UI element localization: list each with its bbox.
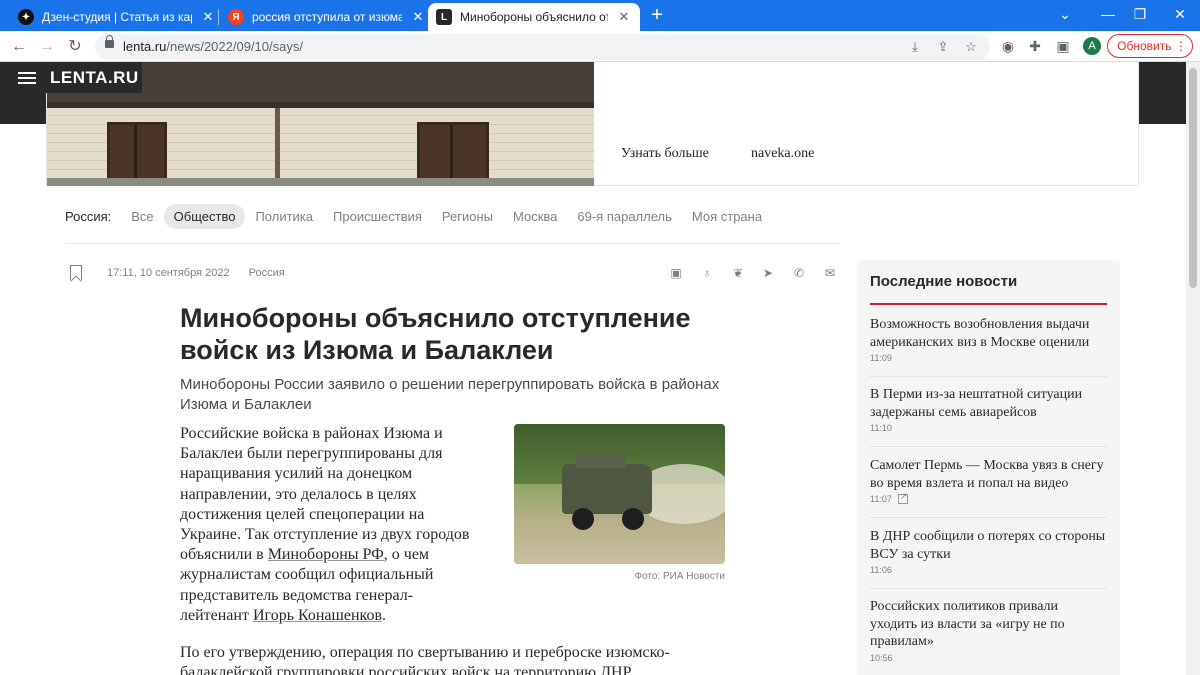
rubric-moscow[interactable]: Москва [513, 209, 557, 224]
yandex-icon: Я [228, 9, 244, 25]
extensions-icon[interactable]: ✚ [1024, 35, 1046, 57]
star-icon[interactable]: ☆ [961, 37, 981, 57]
tab-search-icon[interactable]: ⌄ [1050, 4, 1080, 24]
close-window-button[interactable]: ✕ [1165, 4, 1195, 24]
sidebar-title: Последние новости [870, 273, 1018, 290]
share-icon[interactable]: ⇪ [933, 37, 953, 57]
site-header: LENTA.RU [0, 62, 142, 93]
rubric-society[interactable]: Общество [163, 204, 246, 229]
rubric-69-parallel[interactable]: 69-я параллель [577, 209, 672, 224]
article-photo[interactable] [514, 424, 725, 564]
maximize-button[interactable]: ❐ [1125, 4, 1155, 24]
article-time: 17:11, 10 сентября 2022 [107, 267, 230, 279]
translate-icon[interactable]: ◉ [997, 35, 1019, 57]
avatar[interactable]: A [1083, 37, 1101, 55]
ok-icon[interactable]: ♁ [699, 265, 715, 281]
whatsapp-icon[interactable]: ✆ [791, 265, 807, 281]
new-tab-button[interactable]: + [646, 5, 668, 27]
rubric-my-country[interactable]: Моя страна [692, 209, 762, 224]
tab-strip: ✦ Дзен-студия | Статья из картинк ✕ Я ро… [0, 0, 1200, 31]
ad-domain[interactable]: naveka.one [751, 146, 814, 162]
forward-button[interactable]: → [36, 36, 58, 58]
url-text: lenta.ru/news/2022/09/10/says/ [123, 39, 303, 54]
page-content: Узнать больше naveka.one LENTA.RU Россия… [0, 62, 1186, 675]
tab-title: Дзен-студия | Статья из картинк [42, 10, 192, 24]
rubric-politics[interactable]: Политика [255, 209, 313, 224]
article-title: Минобороны объяснило отступление войск и… [180, 303, 691, 365]
site-logo[interactable]: LENTA.RU [50, 68, 139, 88]
dzen-icon: ✦ [18, 9, 34, 25]
news-item[interactable]: В Перми из-за нештатной ситуации задержа… [870, 386, 1107, 433]
lock-icon [105, 35, 114, 48]
news-item[interactable]: Российских политиков привали уходить из … [870, 598, 1107, 663]
close-icon[interactable]: ✕ [410, 9, 426, 25]
konashenkov-link[interactable]: Игорь Конашенков [253, 607, 382, 624]
ad-cta[interactable]: Узнать больше [621, 146, 709, 162]
back-button[interactable]: ← [8, 36, 30, 58]
divider [65, 243, 840, 244]
rubric-incidents[interactable]: Происшествия [333, 209, 422, 224]
lenta-icon: L [436, 9, 452, 25]
tab-title: Минобороны объяснило отступ [460, 10, 608, 24]
article-meta: 17:11, 10 сентября 2022 Россия [107, 267, 285, 279]
close-icon[interactable]: ✕ [200, 9, 216, 25]
menu-icon[interactable] [18, 71, 36, 84]
reload-button[interactable]: ↻ [64, 36, 86, 58]
install-icon[interactable]: ⤓ [905, 37, 925, 57]
scroll-thumb[interactable] [1189, 68, 1197, 288]
advertisement-banner[interactable]: Узнать больше naveka.one [46, 62, 1139, 186]
side-panel-icon[interactable]: ▣ [1052, 35, 1074, 57]
article-paragraph: Российские войска в районах Изюма и Бала… [180, 425, 470, 624]
tab-title: россия отступила от изюма — Я [252, 10, 402, 24]
news-item[interactable]: В ДНР сообщили о потерях со стороны ВСУ … [870, 528, 1107, 575]
news-item[interactable]: Самолет Пермь — Москва увяз в снегу во в… [870, 457, 1107, 504]
rubric-all[interactable]: Все [131, 209, 153, 224]
article-rubric[interactable]: Россия [249, 267, 285, 279]
mail-icon[interactable]: ✉ [822, 265, 838, 281]
mod-link[interactable]: Минобороны РФ [268, 546, 384, 563]
scrollbar[interactable] [1186, 62, 1200, 675]
tab-lenta[interactable]: L Минобороны объяснило отступ ✕ [428, 3, 640, 31]
news-item[interactable]: Возможность возобновления выдачи америка… [870, 316, 1107, 363]
vk-icon[interactable]: ▣ [668, 265, 684, 281]
browser-toolbar: ← → ↻ lenta.ru/news/2022/09/10/says/ ⤓ ⇪… [0, 31, 1200, 62]
tab-yandex[interactable]: Я россия отступила от изюма — Я ✕ [220, 3, 434, 31]
minimize-button[interactable]: — [1093, 4, 1123, 24]
article-lead: Минобороны России заявило о решении пере… [180, 376, 720, 413]
latest-news-sidebar: Последние новости Возможность возобновле… [857, 260, 1120, 675]
twitter-icon[interactable]: ❦ [730, 265, 746, 281]
address-bar[interactable]: lenta.ru/news/2022/09/10/says/ ⤓ ⇪ ☆ [95, 34, 990, 60]
bookmark-icon[interactable] [70, 265, 82, 280]
update-button[interactable]: Обновить ⋮ [1107, 34, 1193, 58]
tab-dzen[interactable]: ✦ Дзен-студия | Статья из картинк ✕ [10, 3, 224, 31]
article-paragraph: По его утверждению, операция по свертыва… [180, 644, 670, 675]
sidebar-accent-rule [870, 303, 1107, 305]
rubric-regions[interactable]: Регионы [442, 209, 493, 224]
external-link-icon [897, 491, 908, 504]
close-icon[interactable]: ✕ [616, 9, 632, 25]
photo-caption: Фото: РИА Новости [634, 571, 725, 582]
rubric-label: Россия: [65, 209, 112, 224]
telegram-icon[interactable]: ➤ [760, 265, 776, 281]
rubric-nav: Россия: Все Общество Политика Происшеств… [65, 204, 782, 229]
